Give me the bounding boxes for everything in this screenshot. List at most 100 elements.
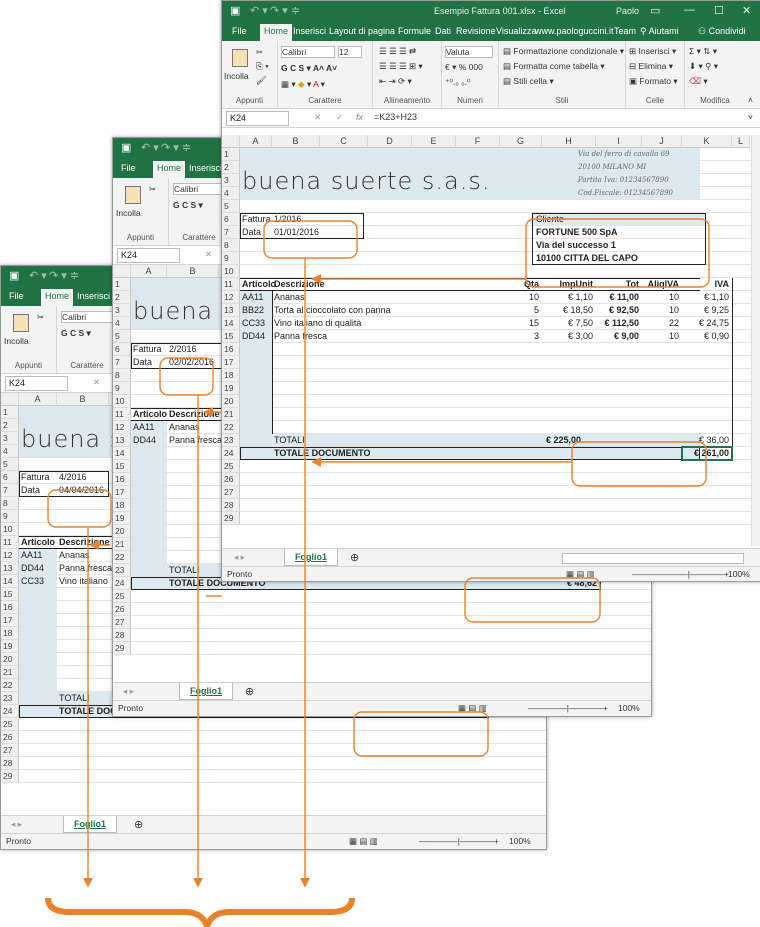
row-header[interactable]: 24 — [222, 447, 240, 460]
row-header[interactable]: 2 — [222, 161, 240, 174]
format-table-button[interactable]: ▤ Formatta come tabella ▾ — [503, 61, 605, 72]
row-header[interactable]: 19 — [113, 512, 131, 525]
name-box[interactable]: K24 — [226, 111, 289, 126]
zoom-slider[interactable]: –――――――|――――+ — [632, 569, 729, 579]
paste-icon[interactable] — [125, 186, 141, 204]
row-qta[interactable]: 10 — [500, 292, 539, 302]
row-header[interactable]: 13 — [113, 434, 131, 447]
row-tot[interactable]: € 11,00 — [596, 292, 639, 302]
row-header[interactable]: 11 — [113, 408, 131, 421]
column-header[interactable]: B — [272, 135, 320, 148]
view-normal-icon[interactable]: ▦ ▤ ▥ — [349, 836, 378, 847]
row-header[interactable]: 23 — [113, 564, 131, 577]
formula-input[interactable]: =K23+H23 — [374, 112, 417, 122]
row-description[interactable]: Panna fresca — [59, 563, 112, 573]
autosum-icon[interactable]: Σ ▾ ⇅ ▾ — [689, 46, 717, 57]
collapse-ribbon-icon[interactable]: ˄ — [748, 95, 753, 105]
row-header[interactable]: 28 — [222, 499, 240, 512]
row-header[interactable]: 16 — [113, 473, 131, 486]
row-iva[interactable]: € 24,75 — [682, 318, 729, 328]
selected-cell-k24[interactable] — [681, 446, 733, 461]
column-header[interactable]: A — [240, 135, 272, 148]
row-header[interactable]: 4 — [222, 187, 240, 200]
row-article-code[interactable]: DD44 — [133, 435, 156, 445]
row-header[interactable]: 12 — [222, 291, 240, 304]
tab-file[interactable]: File — [121, 163, 136, 173]
redo-icon[interactable]: ↷ ▾ ≑ — [270, 4, 300, 17]
tab-dati[interactable]: Dati — [435, 26, 451, 36]
sheet-grid[interactable]: A B C D E F G H I J K L 1 2 3 4 5 6 7 8 9 10 11 12 13 14 15 16 17 18 1… — [222, 135, 760, 546]
column-header[interactable]: A — [131, 265, 167, 278]
row-article-code[interactable]: AA11 — [242, 292, 263, 302]
redo-icon[interactable]: ↷ ▾ ≑ — [49, 269, 79, 282]
column-header[interactable]: B — [167, 265, 219, 278]
row-description[interactable]: Vino italiano — [59, 576, 108, 586]
row-header[interactable]: 21 — [1, 666, 19, 679]
row-header[interactable]: 29 — [113, 642, 131, 655]
row-header[interactable]: 11 — [222, 278, 240, 291]
fx-icon[interactable]: fx — [356, 112, 363, 122]
ribbon-display-icon[interactable]: ▭ — [650, 4, 660, 17]
row-header[interactable]: 22 — [113, 551, 131, 564]
column-header[interactable]: E — [412, 135, 456, 148]
row-header[interactable]: 25 — [1, 718, 19, 731]
align-left-icons[interactable]: ☰ ☰ ☰ ⊞ ▾ — [379, 61, 423, 72]
prev-sheet-icon[interactable]: ◂ ▸ — [234, 552, 245, 563]
font-size-select[interactable]: 12 — [338, 46, 362, 58]
row-header[interactable]: 3 — [1, 432, 19, 445]
cancel-icon[interactable]: ✕ — [93, 377, 100, 388]
row-header[interactable]: 1 — [1, 406, 19, 419]
row-header[interactable]: 27 — [113, 616, 131, 629]
save-icon[interactable]: ▣ — [9, 269, 19, 282]
row-header[interactable]: 5 — [113, 330, 131, 343]
select-all-corner[interactable] — [1, 393, 19, 406]
indent-icons[interactable]: ⇤ ⇥ ⟳ ▾ — [379, 76, 412, 87]
insert-cells-button[interactable]: ⊞ Inserisci ▾ — [629, 46, 676, 57]
bold-button[interactable]: G C S ▾ — [173, 200, 203, 211]
row-header[interactable]: 3 — [222, 174, 240, 187]
tab-home[interactable]: Home — [41, 289, 74, 306]
column-header[interactable]: B — [57, 393, 109, 406]
row-tot[interactable]: € 92,50 — [596, 305, 639, 315]
row-header[interactable]: 3 — [113, 304, 131, 317]
name-box[interactable]: K24 — [117, 248, 180, 263]
tab-file[interactable]: File — [232, 26, 247, 36]
row-description[interactable]: Panna fresca — [274, 331, 327, 341]
row-header[interactable]: 6 — [1, 471, 19, 484]
row-tot[interactable]: € 9,00 — [596, 331, 639, 341]
row-article-code[interactable]: AA11 — [133, 422, 154, 432]
prev-sheet-icon[interactable]: ◂ ▸ — [123, 686, 134, 697]
row-qta[interactable]: 3 — [500, 331, 539, 341]
row-header[interactable]: 18 — [113, 499, 131, 512]
view-normal-icon[interactable]: ▦ ▤ ▥ — [458, 703, 487, 714]
row-header[interactable]: 24 — [1, 705, 19, 718]
row-header[interactable]: 6 — [113, 343, 131, 356]
row-header[interactable]: 22 — [222, 421, 240, 434]
tab-inserisci[interactable]: Inserisci — [293, 26, 326, 36]
row-header[interactable]: 24 — [113, 577, 131, 590]
help-search[interactable]: ⚲ Aiutami — [640, 26, 679, 37]
vertical-scrollbar[interactable] — [751, 135, 760, 546]
row-header[interactable]: 14 — [222, 317, 240, 330]
row-header[interactable]: 14 — [113, 447, 131, 460]
tab-revisione[interactable]: Revisione — [456, 26, 496, 36]
row-qta[interactable]: 5 — [500, 305, 539, 315]
row-description[interactable]: Ananas — [169, 422, 200, 432]
row-article-code[interactable]: CC33 — [21, 576, 44, 586]
row-header[interactable]: 17 — [1, 614, 19, 627]
row-header[interactable]: 26 — [113, 603, 131, 616]
client-line[interactable]: FORTUNE 500 SpA — [536, 227, 618, 237]
row-header[interactable]: 28 — [1, 757, 19, 770]
redo-icon[interactable]: ↷ ▾ ≑ — [161, 141, 191, 154]
tab-visualizza[interactable]: Visualizza — [496, 26, 536, 36]
conditional-format-button[interactable]: ▤ Formattazione condizionale ▾ — [503, 46, 624, 57]
add-sheet-icon[interactable]: ⊕ — [350, 551, 359, 564]
paste-label[interactable]: Incolla — [224, 71, 249, 81]
row-header[interactable]: 10 — [1, 523, 19, 536]
cut-icon[interactable]: ✂ — [149, 184, 156, 195]
row-header[interactable]: 19 — [1, 640, 19, 653]
row-header[interactable]: 12 — [1, 549, 19, 562]
row-article-code[interactable]: CC33 — [242, 318, 265, 328]
row-header[interactable]: 7 — [1, 484, 19, 497]
zoom-slider[interactable]: –――――|――――+ — [419, 836, 499, 846]
